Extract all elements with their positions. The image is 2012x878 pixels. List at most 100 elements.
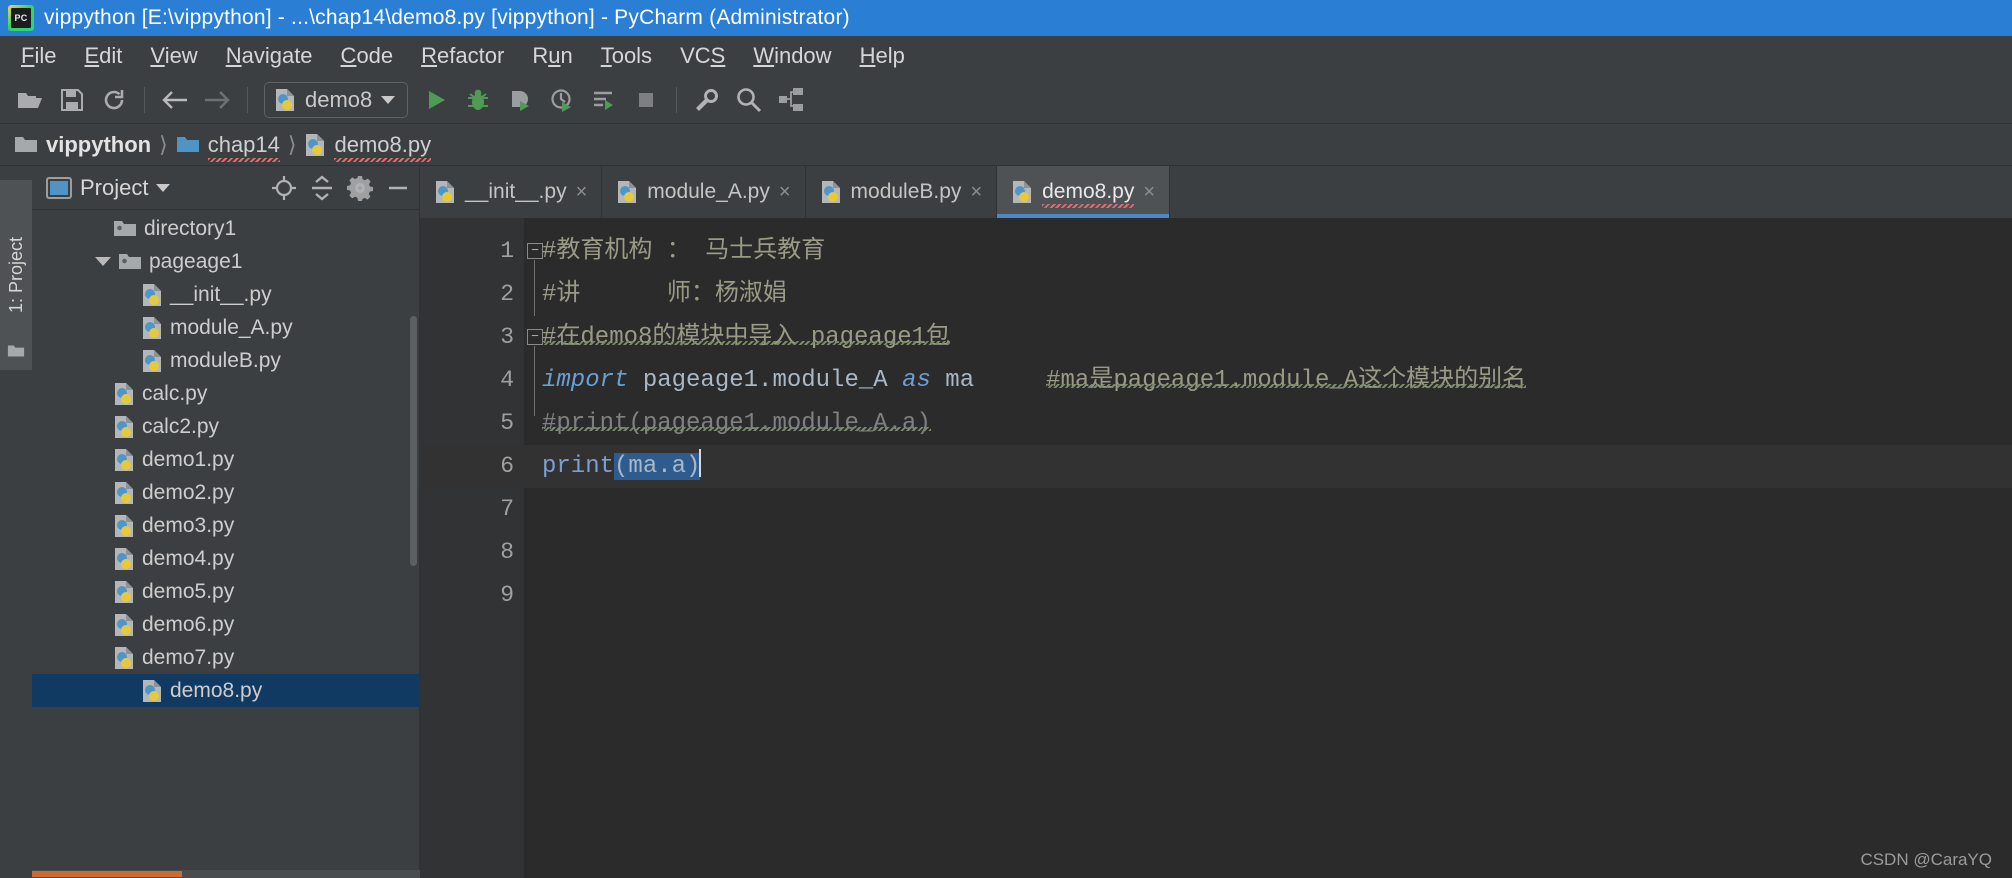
tree-item-calc-py[interactable]: calc.py xyxy=(32,377,419,410)
run-with-coverage-icon[interactable] xyxy=(500,80,540,120)
line-number-gutter: − − 123456789 xyxy=(420,218,543,878)
menu-refactor[interactable]: Refactor xyxy=(408,40,517,72)
python-file-icon xyxy=(113,415,135,439)
close-icon[interactable]: × xyxy=(970,182,982,202)
breadcrumb-separator: ⟩ xyxy=(287,131,297,157)
menu-file[interactable]: File xyxy=(8,40,69,72)
project-panel-header: Project xyxy=(32,166,419,210)
save-all-icon[interactable] xyxy=(52,80,92,120)
tree-item-label: demo8.py xyxy=(170,678,263,702)
menu-edit[interactable]: Edit xyxy=(71,40,135,72)
folder-icon xyxy=(7,344,25,358)
back-arrow-icon[interactable] xyxy=(155,80,195,120)
menu-vcs[interactable]: VCS xyxy=(667,40,738,72)
toolbar-separator-2 xyxy=(247,86,248,113)
line-number: 9 xyxy=(500,582,514,608)
code-line-4: import pageage1.module_A as ma #ma是pageag… xyxy=(542,359,2012,402)
tree-item-demo2-py[interactable]: demo2.py xyxy=(32,476,419,509)
open-folder-icon[interactable] xyxy=(10,80,50,120)
editor-tab-module-a-py[interactable]: module_A.py × xyxy=(602,166,806,218)
tree-item-module-a-py[interactable]: module_A.py xyxy=(32,311,419,344)
run-tests-icon[interactable] xyxy=(584,80,624,120)
toolbar-separator-1 xyxy=(144,86,145,113)
tree-item-demo8-py[interactable]: demo8.py xyxy=(32,674,419,707)
tree-item-demo3-py[interactable]: demo3.py xyxy=(32,509,419,542)
stop-icon[interactable] xyxy=(626,80,666,120)
debug-bug-icon[interactable] xyxy=(458,80,498,120)
sync-refresh-icon[interactable] xyxy=(94,80,134,120)
forward-arrow-icon[interactable] xyxy=(197,80,237,120)
project-tab-label: 1: Project xyxy=(5,236,26,314)
breadcrumb-label: demo8.py xyxy=(334,131,432,162)
close-icon[interactable]: × xyxy=(1143,182,1155,202)
tree-item-demo6-py[interactable]: demo6.py xyxy=(32,608,419,641)
project-tree-hscrollbar[interactable] xyxy=(32,870,420,878)
menu-help[interactable]: Help xyxy=(847,40,918,72)
gear-icon[interactable] xyxy=(345,173,375,203)
tree-item-pageage1[interactable]: pageage1 xyxy=(32,245,419,278)
tree-item-init-py[interactable]: __init__.py xyxy=(32,278,419,311)
tree-item-label: demo3.py xyxy=(142,513,235,537)
breadcrumb-item-demo8[interactable]: demo8.py xyxy=(304,131,432,162)
python-file-icon xyxy=(274,88,296,112)
pycharm-logo-icon xyxy=(8,5,34,31)
run-configuration-selector[interactable]: demo8 xyxy=(264,81,409,118)
python-file-icon xyxy=(113,481,135,505)
project-tree-scrollbar[interactable] xyxy=(410,316,417,566)
tree-item-demo5-py[interactable]: demo5.py xyxy=(32,575,419,608)
tree-item-calc2-py[interactable]: calc2.py xyxy=(32,410,419,443)
editor-tab-moduleb-py[interactable]: moduleB.py × xyxy=(806,166,998,218)
wrench-settings-icon[interactable] xyxy=(687,80,727,120)
breadcrumb-item-vippython[interactable]: vippython xyxy=(14,132,151,158)
folder-icon xyxy=(14,135,38,154)
tree-item-directory1[interactable]: directory1 xyxy=(32,212,419,245)
editor-tab-bar: __init__.py × module_A.py × moduleB.py × demo8… xyxy=(420,166,2012,218)
search-icon[interactable] xyxy=(729,80,769,120)
menu-view[interactable]: View xyxy=(137,40,210,72)
menu-navigate[interactable]: Navigate xyxy=(213,40,326,72)
python-file-icon xyxy=(113,382,135,406)
chevron-down-icon[interactable] xyxy=(95,257,111,266)
code-line-1: #教育机构 ： 马士兵教育 xyxy=(542,230,2012,273)
close-icon[interactable]: × xyxy=(779,182,791,202)
tree-item-label: calc.py xyxy=(142,381,208,405)
window-title-bar: vippython [E:\vippython] - ...\chap14\de… xyxy=(0,0,2012,36)
editor-tab-label: __init__.py xyxy=(465,180,567,203)
code-text-area[interactable]: #教育机构 ： 马士兵教育 #讲 师：杨淑娟 #在demo8的模块中导入 pag… xyxy=(524,218,2012,878)
structure-icon[interactable] xyxy=(771,80,811,120)
breadcrumb-item-chap14[interactable]: chap14 xyxy=(176,132,281,162)
run-icon[interactable] xyxy=(416,80,456,120)
editor-tab-init-py[interactable]: __init__.py × xyxy=(420,166,603,218)
code-editor[interactable]: − − 123456789 #教育机构 ： 马士兵教育 #讲 师：杨淑娟 #在d… xyxy=(420,218,2012,878)
tree-item-demo1-py[interactable]: demo1.py xyxy=(32,443,419,476)
tree-item-moduleb-py[interactable]: moduleB.py xyxy=(32,344,419,377)
folder-blue-icon xyxy=(176,135,200,154)
tree-item-demo7-py[interactable]: demo7.py xyxy=(32,641,419,674)
project-tree[interactable]: directory1 pageage1 __init__.py module_A.py… xyxy=(32,210,419,878)
editor-tab-demo8-py[interactable]: demo8.py × xyxy=(997,166,1171,218)
keyword-as: as xyxy=(902,367,931,394)
folder-package-icon xyxy=(113,219,137,238)
collapse-all-icon[interactable] xyxy=(307,173,337,203)
profile-icon[interactable] xyxy=(542,80,582,120)
sidebar-item-project-tab[interactable]: 1: Project xyxy=(0,180,32,370)
menu-code[interactable]: Code xyxy=(328,40,407,72)
selected-text: (ma.a) xyxy=(614,453,701,480)
tree-item-label: demo7.py xyxy=(142,645,235,669)
menu-run[interactable]: Run xyxy=(519,40,585,72)
tree-item-demo4-py[interactable]: demo4.py xyxy=(32,542,419,575)
menu-tools[interactable]: Tools xyxy=(588,40,665,72)
close-icon[interactable]: × xyxy=(576,182,588,202)
left-tool-strip: 1: Project xyxy=(0,166,32,878)
line-number: 5 xyxy=(500,410,514,436)
code-line-6: print(ma.a) xyxy=(524,445,2012,488)
minimize-icon[interactable] xyxy=(383,173,413,203)
menu-window[interactable]: Window xyxy=(740,40,844,72)
breadcrumb-label: vippython xyxy=(46,131,152,157)
chevron-down-icon[interactable] xyxy=(156,183,171,192)
python-file-icon xyxy=(1011,180,1033,204)
scroll-from-source-icon[interactable] xyxy=(269,173,299,203)
editor-tab-label: demo8.py xyxy=(1042,180,1135,208)
